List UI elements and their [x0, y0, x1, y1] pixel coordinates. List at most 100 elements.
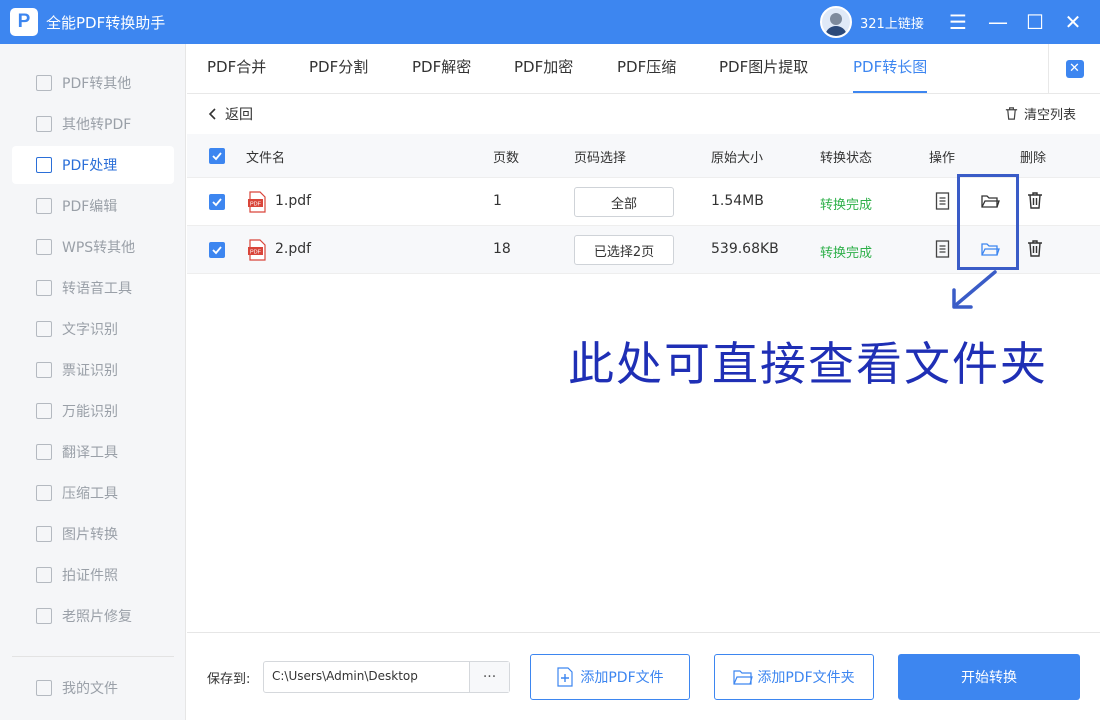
close-icon[interactable]: ✕	[1065, 59, 1084, 78]
check-icon	[212, 198, 222, 207]
tab-pdf-compress[interactable]: PDF压缩	[617, 44, 676, 93]
tab-pdf-decrypt[interactable]: PDF解密	[412, 44, 471, 93]
header-filename: 文件名	[246, 151, 286, 166]
status-text: 转换完成	[820, 198, 873, 213]
tab-pdf-image-extract[interactable]: PDF图片提取	[719, 44, 808, 93]
ticket-icon	[36, 362, 52, 378]
sidebar-item-my-files[interactable]: 我的文件	[12, 669, 174, 707]
back-label: 返回	[225, 107, 253, 123]
pdf-file-icon: PDF	[248, 191, 266, 213]
wps-icon	[36, 239, 52, 255]
annotation-arrow-icon	[952, 270, 997, 309]
save-path-value: C:\Users\Admin\Desktop	[272, 669, 418, 683]
svg-text:PDF: PDF	[250, 249, 262, 255]
user-name[interactable]: 321上链接	[860, 13, 924, 32]
save-to-label: 保存到:	[207, 672, 251, 687]
speech-icon	[36, 280, 52, 296]
file-size: 1.54MB	[711, 193, 764, 209]
tab-pdf-encrypt[interactable]: PDF加密	[514, 44, 573, 93]
back-button[interactable]: 返回	[207, 104, 253, 124]
app-logo: P	[10, 8, 38, 36]
sidebar-item-wps-to-other[interactable]: WPS转其他	[12, 228, 174, 266]
tab-pdf-to-long-image[interactable]: PDF转长图	[853, 44, 928, 93]
translate-icon	[36, 444, 52, 460]
avatar[interactable]	[820, 6, 852, 38]
sidebar-item-pdf-edit[interactable]: PDF编辑	[12, 187, 174, 225]
image-icon	[36, 526, 52, 542]
ocr-icon	[36, 321, 52, 337]
app-title: 全能PDF转换助手	[46, 13, 166, 32]
add-pdf-file-button[interactable]: 添加PDF文件	[530, 654, 690, 700]
add-file-icon	[557, 667, 573, 687]
compress-icon	[36, 485, 52, 501]
menu-icon[interactable]: ☰	[944, 8, 972, 36]
minimize-icon[interactable]: —	[984, 8, 1012, 36]
check-icon	[212, 246, 222, 255]
title-bar: P 全能PDF转换助手 321上链接 ☰ — ☐ ✕	[0, 0, 1100, 44]
page-select-button[interactable]: 已选择2页	[574, 235, 674, 265]
add-pdf-folder-label: 添加PDF文件夹	[757, 670, 855, 686]
pdf-file-icon: PDF	[248, 239, 266, 261]
scan-icon	[36, 403, 52, 419]
sidebar-item-universal-ocr[interactable]: 万能识别	[12, 392, 174, 430]
save-path-input[interactable]: C:\Users\Admin\Desktop ···	[263, 661, 510, 693]
table-header: 文件名 页数 页码选择 原始大小 转换状态 操作 删除	[187, 134, 1100, 178]
sidebar-item-ticket-ocr[interactable]: 票证识别	[12, 351, 174, 389]
check-icon	[212, 152, 222, 161]
user-account[interactable]: 321上链接	[820, 6, 924, 38]
file-size: 539.68KB	[711, 241, 779, 257]
sidebar-item-photo-restore[interactable]: 老照片修复	[12, 597, 174, 635]
row-checkbox[interactable]	[209, 194, 225, 210]
header-status: 转换状态	[820, 151, 873, 166]
trash-icon[interactable]	[1025, 238, 1045, 258]
id-photo-icon	[36, 567, 52, 583]
sidebar-item-compress[interactable]: 压缩工具	[12, 474, 174, 512]
clear-list-label: 清空列表	[1024, 108, 1077, 123]
chevron-left-icon	[208, 108, 216, 120]
tab-pdf-merge[interactable]: PDF合并	[207, 44, 266, 93]
add-pdf-file-label: 添加PDF文件	[580, 670, 664, 686]
header-delete: 删除	[1020, 151, 1047, 166]
start-convert-button[interactable]: 开始转换	[898, 654, 1080, 700]
pdf-icon	[36, 116, 52, 132]
folder-icon	[733, 670, 754, 685]
row-checkbox[interactable]	[209, 242, 225, 258]
file-name: 1.pdf	[275, 193, 312, 209]
edit-icon	[36, 198, 52, 214]
select-all-checkbox[interactable]	[209, 148, 225, 164]
close-icon[interactable]: ✕	[1059, 8, 1087, 36]
trash-icon	[1005, 107, 1018, 120]
header-size: 原始大小	[711, 151, 764, 166]
sidebar-item-text-ocr[interactable]: 文字识别	[12, 310, 174, 348]
file-icon	[36, 680, 52, 696]
sidebar-item-pdf-process[interactable]: PDF处理	[12, 146, 174, 184]
browse-button[interactable]: ···	[469, 662, 509, 692]
status-text: 转换完成	[820, 246, 873, 261]
sidebar-item-translate[interactable]: 翻译工具	[12, 433, 174, 471]
sidebar-item-pdf-to-other[interactable]: PDF转其他	[12, 64, 174, 102]
sidebar-item-id-photo[interactable]: 拍证件照	[12, 556, 174, 594]
page-select-button[interactable]: 全部	[574, 187, 674, 217]
sidebar-item-other-to-pdf[interactable]: 其他转PDF	[12, 105, 174, 143]
add-pdf-folder-button[interactable]: 添加PDF文件夹	[714, 654, 874, 700]
sidebar: PDF转其他 其他转PDF PDF处理 PDF编辑 WPS转其他 转语音工具 文…	[0, 44, 186, 720]
header-actions: 操作	[929, 151, 956, 166]
annotation-text: 此处可直接查看文件夹	[568, 337, 1048, 391]
file-name: 2.pdf	[275, 241, 312, 257]
sidebar-item-speech-tools[interactable]: 转语音工具	[12, 269, 174, 307]
maximize-icon[interactable]: ☐	[1021, 8, 1049, 36]
tab-close-area: ✕	[1048, 44, 1100, 93]
tab-bar: PDF合并 PDF分割 PDF解密 PDF加密 PDF压缩 PDF图片提取 PD…	[187, 44, 1100, 94]
tab-pdf-split[interactable]: PDF分割	[309, 44, 368, 93]
header-page-select: 页码选择	[574, 151, 627, 166]
clear-list-button[interactable]: 清空列表	[1004, 104, 1076, 123]
restore-icon	[36, 608, 52, 624]
trash-icon[interactable]	[1025, 190, 1045, 210]
svg-text:PDF: PDF	[250, 201, 262, 207]
page-count: 18	[493, 241, 511, 257]
document-icon[interactable]	[933, 239, 953, 259]
page-count: 1	[493, 193, 502, 209]
document-icon[interactable]	[933, 191, 953, 211]
pdf-process-icon	[36, 157, 52, 173]
sidebar-item-image-convert[interactable]: 图片转换	[12, 515, 174, 553]
